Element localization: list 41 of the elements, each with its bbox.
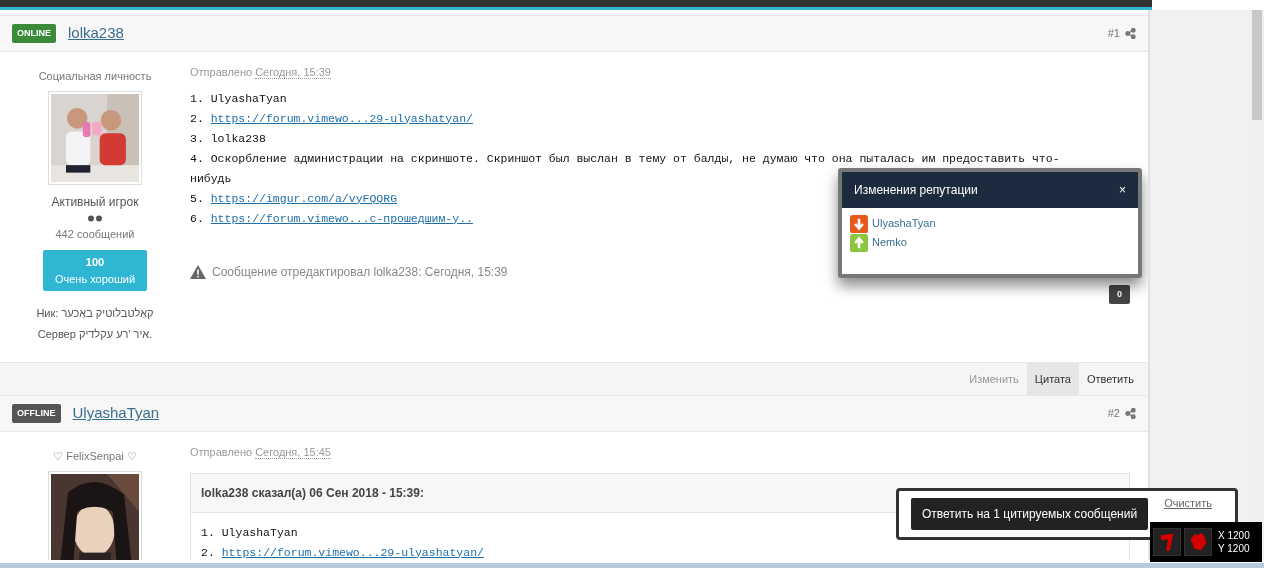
reply-quotes-button[interactable]: Ответить на 1 цитируемых сообщений	[911, 498, 1149, 530]
popup-title: Изменения репутации	[854, 182, 978, 199]
post-action-button: Изменить	[961, 363, 1027, 395]
text-line: 4. Оскорбление администрации на скриншоте. Скриншот был выслан в тему от балды, не думаю что она пыталась им предоставить что-нибудь	[190, 150, 1061, 185]
post-count: 442 сообщений	[55, 226, 135, 242]
post-link[interactable]: https://imgur.com/a/vyFQQRG	[210, 191, 398, 205]
post-link[interactable]: https://forum.vimewo...с-прошедшим-у..	[210, 211, 473, 225]
post-link[interactable]: https://forum.vimewo...29-ulyashatyan/	[210, 111, 473, 125]
status-badge: OFFLINE	[12, 403, 61, 424]
close-button[interactable]: ×	[1119, 181, 1126, 199]
user-link[interactable]: UlyashaTyan	[872, 215, 936, 232]
status-badge: ONLINE	[12, 23, 56, 44]
edit-note: Сообщение отредактировал lolka238: Сегодня, 15:39	[212, 263, 508, 281]
list-number: 6.	[190, 211, 205, 225]
post-date: Отправлено Сегодня, 15:45	[190, 445, 332, 461]
text-line: 3. lolka238	[190, 130, 266, 147]
text-line: 1. UlyashaTyan	[201, 524, 298, 541]
reputation-value: 100	[84, 255, 106, 270]
like-count[interactable]: 0	[1109, 284, 1130, 304]
user-link[interactable]: Nemko	[872, 234, 907, 251]
list-number: 5.	[190, 191, 205, 205]
author-link[interactable]: lolka238	[68, 22, 124, 45]
post-number[interactable]: #1	[1107, 25, 1120, 42]
user-title: ♡ FelixSenpai ♡	[53, 449, 137, 464]
clear-link[interactable]: Очистить	[1164, 495, 1213, 512]
reputation-label: Очень хороший	[53, 271, 137, 287]
author-link[interactable]: UlyashaTyan	[72, 402, 160, 425]
text-line: 1. UlyashaTyan	[190, 90, 287, 107]
profile-field: Сервер איר 'רע עקלדיק.	[37, 325, 153, 342]
list-number: 2.	[201, 545, 216, 559]
post-action-button[interactable]: Цитата	[1026, 363, 1079, 395]
list-number: 2.	[190, 111, 205, 125]
post-link[interactable]: https://forum.vimewo...29-ulyashatyan/	[221, 545, 484, 559]
user-title: Социальная личность	[38, 69, 152, 84]
user-rank: Активный игрок	[51, 193, 139, 211]
post-number[interactable]: #2	[1107, 405, 1120, 422]
post-action-button[interactable]: Ответить	[1078, 363, 1142, 395]
y-coordinate: Y 1200	[1218, 542, 1250, 555]
profile-field: Ник: קאַלטבלוטיק באַכער	[36, 305, 154, 322]
x-coordinate: X 1200	[1218, 529, 1250, 542]
post-date: Отправлено Сегодня, 15:39	[190, 65, 332, 81]
